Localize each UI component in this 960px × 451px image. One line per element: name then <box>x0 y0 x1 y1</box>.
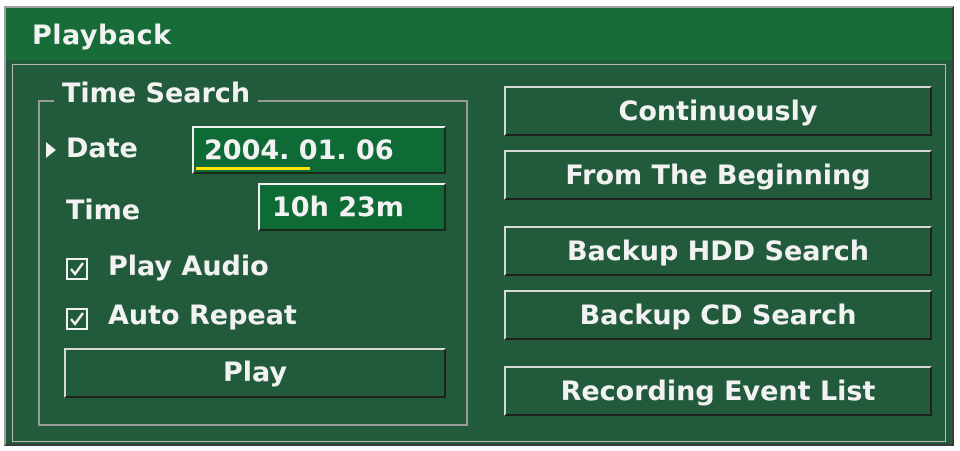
time-search-legend: Time Search <box>54 78 259 109</box>
from-the-beginning-button[interactable]: From The Beginning <box>504 150 932 200</box>
checkmark-icon <box>70 312 85 327</box>
play-audio-checkbox[interactable] <box>66 258 88 280</box>
checkmark-icon <box>70 262 85 277</box>
backup-hdd-search-button-label: Backup HDD Search <box>566 236 870 267</box>
time-value: 10h 23m <box>272 192 404 223</box>
time-field[interactable]: 10h 23m <box>258 183 446 231</box>
from-the-beginning-button-label: From The Beginning <box>565 160 871 191</box>
selection-arrow-icon <box>46 142 56 158</box>
backup-cd-search-button-label: Backup CD Search <box>579 300 857 331</box>
play-audio-label: Play Audio <box>108 251 269 282</box>
recording-event-list-button-label: Recording Event List <box>560 376 876 407</box>
recording-event-list-button[interactable]: Recording Event List <box>504 366 932 416</box>
continuously-button-label: Continuously <box>618 96 818 127</box>
date-label: Date <box>66 133 138 164</box>
play-button-label: Play <box>222 357 288 388</box>
title-bar: Playback <box>6 8 952 60</box>
auto-repeat-checkbox[interactable] <box>66 308 88 330</box>
auto-repeat-label: Auto Repeat <box>108 300 297 331</box>
window-title: Playback <box>32 20 172 51</box>
play-button[interactable]: Play <box>64 348 446 398</box>
backup-hdd-search-button[interactable]: Backup HDD Search <box>504 226 932 276</box>
edit-cursor-underline <box>196 167 310 170</box>
date-value: 2004. 01. 06 <box>204 135 394 166</box>
backup-cd-search-button[interactable]: Backup CD Search <box>504 290 932 340</box>
continuously-button[interactable]: Continuously <box>504 86 932 136</box>
time-label: Time <box>66 195 141 226</box>
